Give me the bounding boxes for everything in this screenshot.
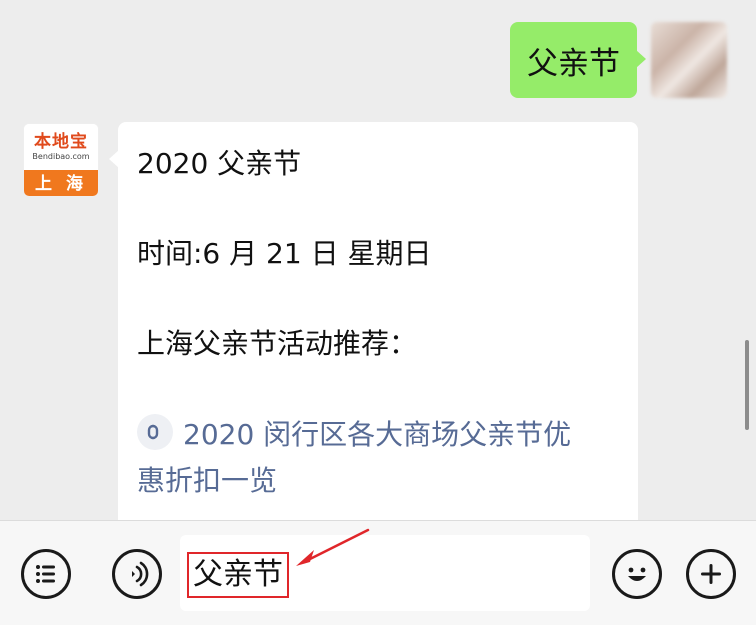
logo-main-text: 本地宝 xyxy=(34,132,88,152)
logo-city-text: 上 海 xyxy=(24,170,98,196)
emoji-icon xyxy=(628,567,646,581)
mini-program-link[interactable]: 2020 闵行区各大商场父亲节优 惠折扣一览 xyxy=(137,412,620,504)
annotation-arrow-icon xyxy=(296,528,370,566)
emoji-button[interactable] xyxy=(612,549,662,599)
plus-button[interactable] xyxy=(686,549,736,599)
link-text-line2: 惠折扣一览 xyxy=(137,464,278,497)
voice-icon xyxy=(132,561,149,587)
logo-sub-text: Bendibao.com xyxy=(32,152,90,161)
self-avatar[interactable] xyxy=(651,22,727,98)
mini-program-link-icon xyxy=(137,414,173,450)
chat-scrollbar[interactable] xyxy=(745,340,749,430)
menu-icon xyxy=(36,565,55,583)
message-line-date: 时间:6 月 21 日 星期日 xyxy=(137,237,432,270)
chat-area: 父亲节 本地宝 Bendibao.com 上 海 2020 父亲节 时间:6 月… xyxy=(0,0,756,520)
voice-button[interactable] xyxy=(112,549,162,599)
message-line-title: 2020 父亲节 xyxy=(137,147,302,180)
outgoing-message-text: 父亲节 xyxy=(527,45,620,82)
outgoing-message-bubble[interactable]: 父亲节 xyxy=(510,22,646,98)
menu-button[interactable] xyxy=(21,549,71,599)
message-input[interactable]: 父亲节 xyxy=(180,535,590,611)
plus-icon xyxy=(701,564,721,584)
input-text-highlight: 父亲节 xyxy=(187,552,289,598)
official-account-avatar[interactable]: 本地宝 Bendibao.com 上 海 xyxy=(23,123,99,197)
message-line-recommend: 上海父亲节活动推荐： xyxy=(137,327,418,360)
incoming-message-bubble: 2020 父亲节 时间:6 月 21 日 星期日 上海父亲节活动推荐： 2020… xyxy=(109,122,638,520)
logo-top: 本地宝 Bendibao.com xyxy=(24,124,98,170)
link-text-line1: 2020 闵行区各大商场父亲节优 xyxy=(183,418,572,451)
input-bar: 父亲节 xyxy=(0,520,756,625)
